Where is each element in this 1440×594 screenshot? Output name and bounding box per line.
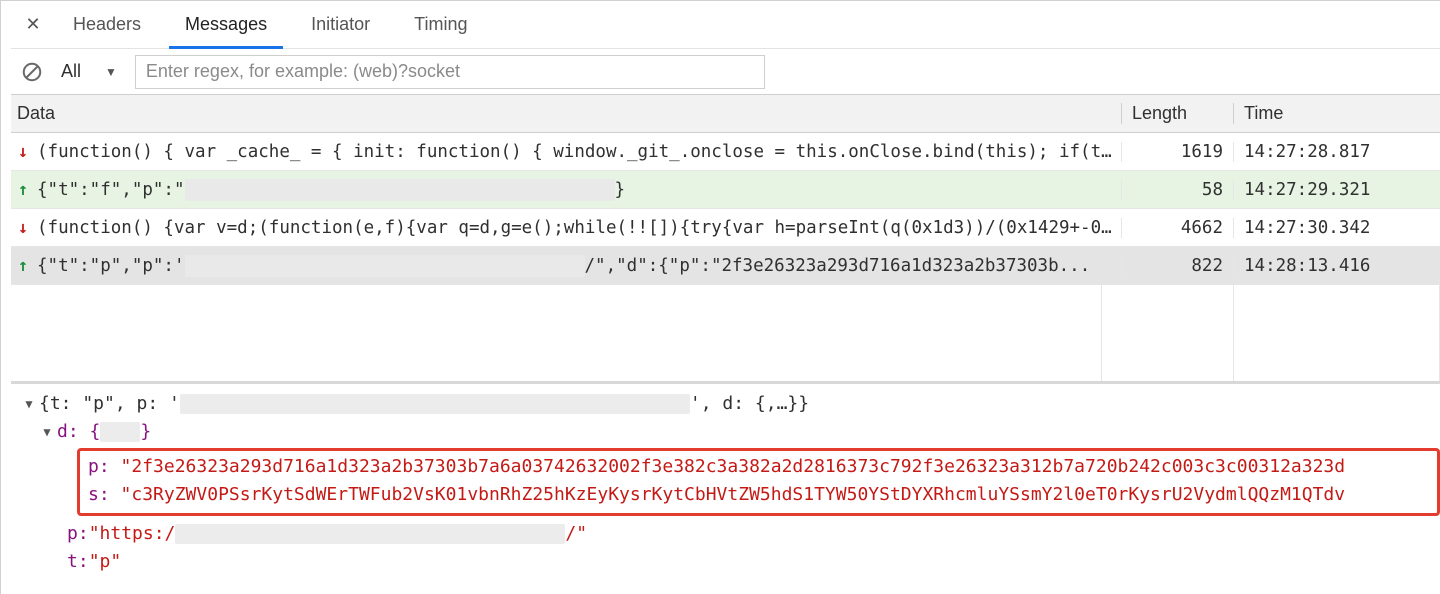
message-length: 58 xyxy=(1122,180,1234,200)
disclosure-triangle-icon[interactable]: ▼ xyxy=(21,390,37,418)
message-length: 822 xyxy=(1122,256,1234,276)
message-length: 1619 xyxy=(1122,142,1234,162)
arrow-down-icon: ↓ xyxy=(15,218,31,238)
messages-table-header: Data Length Time xyxy=(11,95,1440,133)
detail-tabs: ✕ Headers Messages Initiator Timing xyxy=(11,1,1440,49)
message-time: 14:27:28.817 xyxy=(1234,142,1440,162)
annotation-highlight: p: "2f3e26323a293d716a1d323a2b37303b7a6a… xyxy=(77,448,1440,516)
message-time: 14:28:13.416 xyxy=(1234,256,1440,276)
tree-leaf-t[interactable]: t: "p" xyxy=(21,548,1440,576)
message-detail-tree: ▼ {t: "p", p: ' ', d: {,…}} ▼ d: { } p: … xyxy=(11,384,1440,576)
message-time: 14:27:30.342 xyxy=(1234,218,1440,238)
table-row[interactable]: ↑ {"t":"p","p":'/","d":{"p":"2f3e26323a2… xyxy=(11,247,1440,285)
tab-timing[interactable]: Timing xyxy=(396,1,485,48)
dropdown-label: All xyxy=(61,61,81,82)
redacted-block xyxy=(185,255,585,277)
arrow-up-icon: ↑ xyxy=(15,256,31,276)
redacted-block xyxy=(185,179,615,201)
table-row[interactable]: ↓ (function() { var _cache_ = { init: fu… xyxy=(11,133,1440,171)
message-time: 14:27:29.321 xyxy=(1234,180,1440,200)
message-type-dropdown[interactable]: All ▼ xyxy=(55,59,125,84)
tree-node-d[interactable]: ▼ d: { } xyxy=(21,418,1440,446)
disclosure-triangle-icon[interactable]: ▼ xyxy=(39,418,55,446)
tab-initiator[interactable]: Initiator xyxy=(293,1,388,48)
regex-filter-input[interactable] xyxy=(135,55,765,89)
column-data[interactable]: Data xyxy=(11,103,1122,124)
message-data: (function() { var _cache_ = { init: func… xyxy=(37,142,1121,162)
redacted-block xyxy=(180,394,690,414)
column-time[interactable]: Time xyxy=(1234,103,1440,124)
tree-leaf-p[interactable]: p: "2f3e26323a293d716a1d323a2b37303b7a6a… xyxy=(80,453,1437,481)
chevron-down-icon: ▼ xyxy=(105,65,117,79)
empty-rows-gap xyxy=(11,285,1440,381)
tree-leaf-s[interactable]: s: "c3RyZWV0PSsrKytSdWErTWFub2VsK01vbnRh… xyxy=(80,481,1437,509)
network-messages-panel: ✕ Headers Messages Initiator Timing All … xyxy=(0,0,1440,594)
tree-root[interactable]: ▼ {t: "p", p: ' ', d: {,…}} xyxy=(21,390,1440,418)
messages-table-body: ↓ (function() { var _cache_ = { init: fu… xyxy=(11,133,1440,285)
tree-leaf-p2[interactable]: p: "https:/ /" xyxy=(21,520,1440,548)
arrow-down-icon: ↓ xyxy=(15,142,31,162)
tab-messages[interactable]: Messages xyxy=(167,1,285,48)
table-row[interactable]: ↓ (function() {var v=d;(function(e,f){va… xyxy=(11,209,1440,247)
message-data: {"t":"p","p":'/","d":{"p":"2f3e26323a293… xyxy=(37,255,1121,277)
column-length[interactable]: Length xyxy=(1122,103,1234,124)
redacted-block xyxy=(175,524,565,544)
arrow-up-icon: ↑ xyxy=(15,180,31,200)
filter-bar: All ▼ xyxy=(11,49,1440,95)
table-row[interactable]: ↑ {"t":"f","p":"} 58 14:27:29.321 xyxy=(11,171,1440,209)
message-data: (function() {var v=d;(function(e,f){var … xyxy=(37,218,1121,238)
clear-icon[interactable] xyxy=(19,59,45,85)
message-length: 4662 xyxy=(1122,218,1234,238)
tab-headers[interactable]: Headers xyxy=(55,1,159,48)
redacted-block xyxy=(100,422,140,442)
message-data: {"t":"f","p":"} xyxy=(37,179,1121,201)
close-icon[interactable]: ✕ xyxy=(19,14,47,35)
